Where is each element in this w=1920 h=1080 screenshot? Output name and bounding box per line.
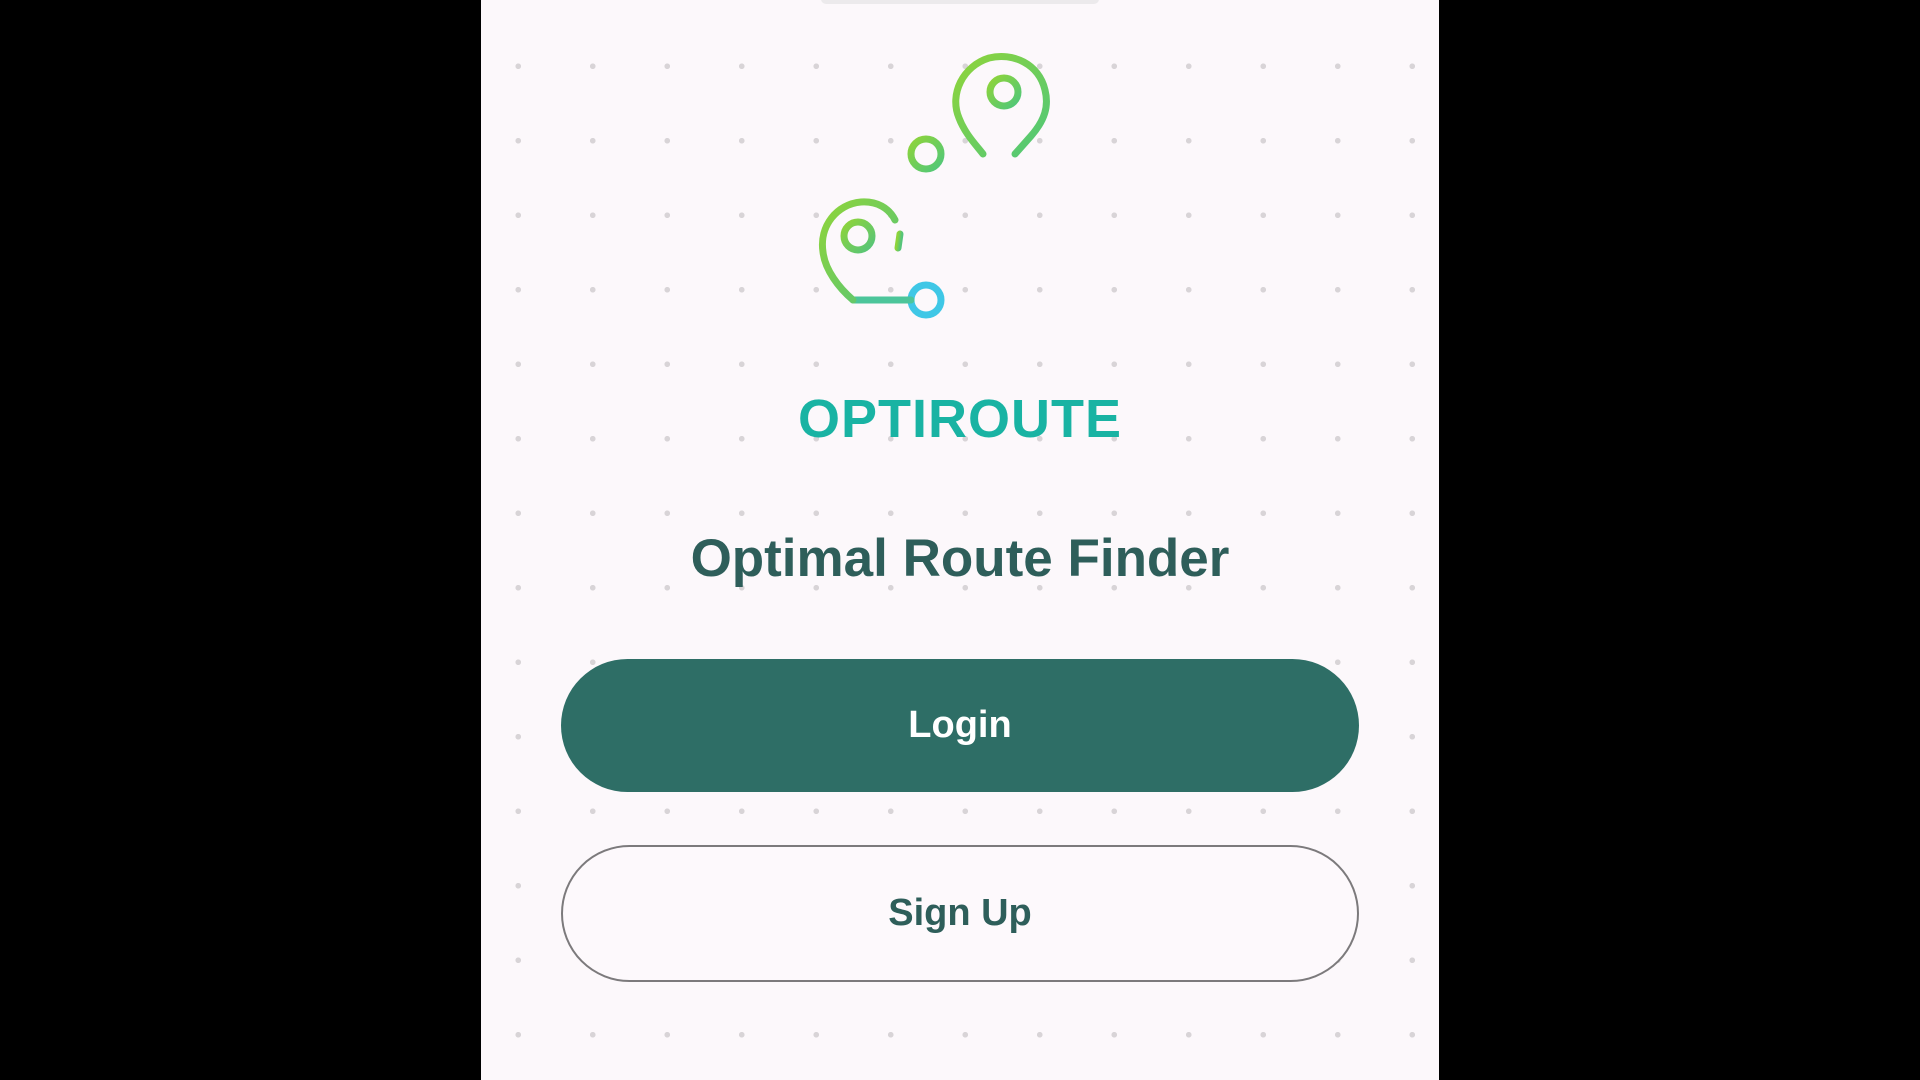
login-button-label: Login xyxy=(908,704,1012,746)
route-map-pins-icon xyxy=(818,53,1050,319)
app-name: OPTIROUTE xyxy=(797,389,1122,449)
sign-up-button[interactable]: Sign Up xyxy=(561,845,1359,982)
screen: OPTIROUTE Optimal Route Finder Login Sig… xyxy=(0,0,1920,1080)
app-tagline: Optimal Route Finder xyxy=(690,529,1230,588)
phone-screen: OPTIROUTE Optimal Route Finder Login Sig… xyxy=(481,0,1439,1080)
sign-up-button-label: Sign Up xyxy=(888,892,1032,934)
login-button[interactable]: Login xyxy=(561,659,1359,792)
status-bar-indicator xyxy=(821,0,1099,4)
